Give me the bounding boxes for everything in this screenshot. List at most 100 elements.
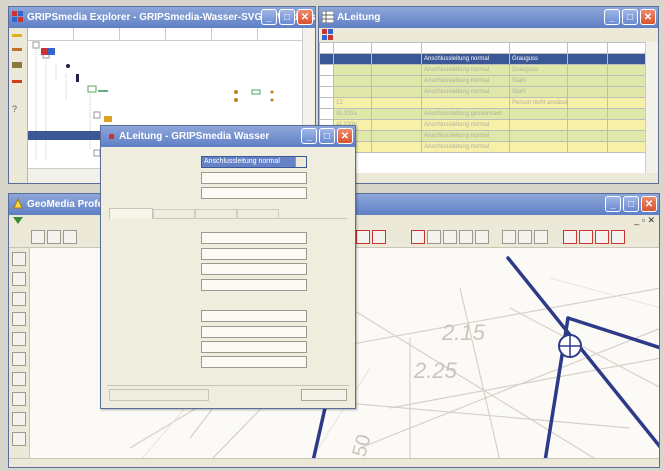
minimize-button[interactable]: _: [301, 128, 317, 144]
aleitung-dialog: ALeitung - GRIPSmedia Wasser _ □ ✕ Ansch…: [100, 125, 356, 409]
minimize-button[interactable]: _: [604, 9, 620, 25]
app-icon: [109, 134, 114, 139]
tool-icon[interactable]: [427, 230, 442, 244]
tool-icon[interactable]: [12, 272, 26, 286]
table-row[interactable]: 12 Person nicht ansässig: [319, 97, 646, 109]
close-button[interactable]: ✕: [641, 196, 657, 212]
tool-icon[interactable]: [579, 230, 594, 244]
table-row[interactable]: Anschlussleitung normal Grauguss: [319, 53, 646, 65]
cell-id: [333, 75, 372, 87]
pin-icon[interactable]: [13, 217, 23, 224]
dialog-field[interactable]: [201, 310, 307, 322]
dialog-field[interactable]: [201, 232, 307, 244]
cell-id: [333, 53, 372, 65]
tool-icon[interactable]: [502, 230, 517, 244]
aleitung-titlebar[interactable]: ALeitung _ □ ✕: [319, 7, 658, 28]
cell-material: [509, 141, 568, 153]
left-tools: [12, 252, 28, 446]
dialog-field[interactable]: [201, 279, 307, 291]
table-row[interactable]: Anschlussleitung normal Grauguss: [319, 64, 646, 76]
close-button[interactable]: ✕: [297, 9, 313, 25]
table-row[interactable]: Anschlussleitung normal Stahl: [319, 86, 646, 98]
tool-icon[interactable]: [411, 230, 426, 244]
cell-material: Grauguss: [509, 53, 568, 65]
dialog-titlebar[interactable]: ALeitung - GRIPSmedia Wasser _ □ ✕: [101, 126, 355, 147]
help-icon[interactable]: ?: [12, 104, 22, 114]
grips-logo-icon[interactable]: [322, 29, 334, 41]
tool-icon[interactable]: [12, 392, 26, 406]
tool-icon[interactable]: [12, 80, 22, 83]
dialog-field[interactable]: [201, 172, 307, 184]
tool-icon[interactable]: [563, 230, 578, 244]
table-row[interactable]: AL100dAnschlussleitung normal: [319, 141, 646, 153]
tool-icon[interactable]: [12, 432, 26, 446]
tool-icon[interactable]: [12, 252, 26, 266]
table-row[interactable]: AL100a Anschlussleitung gemeinsam: [319, 108, 646, 120]
tab[interactable]: [195, 209, 237, 219]
cell-art: Anschlussleitung normal: [421, 86, 510, 98]
dialog-field[interactable]: [201, 263, 307, 275]
explorer-titlebar[interactable]: GRIPSmedia Explorer - GRIPSmedia-Wasser-…: [9, 7, 315, 28]
tool-icon[interactable]: [459, 230, 474, 244]
tool-icon[interactable]: [595, 230, 610, 244]
map-label: 50: [349, 432, 376, 459]
tool-icon[interactable]: [372, 230, 386, 244]
chevron-down-icon[interactable]: [295, 157, 306, 167]
maximize-button[interactable]: □: [319, 128, 335, 144]
dialog-field[interactable]: [201, 356, 307, 368]
tool-icon[interactable]: [475, 230, 490, 244]
dialog-title: ALeitung - GRIPSmedia Wasser: [119, 131, 270, 142]
tool-icon[interactable]: [63, 230, 77, 244]
record-nav[interactable]: [109, 389, 209, 401]
tab[interactable]: [237, 209, 279, 219]
cell-material: Grauguss: [509, 64, 568, 76]
dialog-field[interactable]: [201, 187, 307, 199]
art-select[interactable]: Anschlussleitung normal: [201, 156, 307, 168]
close-button[interactable]: ✕: [640, 9, 656, 25]
ok-button[interactable]: [301, 389, 347, 401]
dialog-field[interactable]: [201, 326, 307, 338]
cell-material: Person nicht ansässig: [509, 97, 568, 109]
mdi-controls[interactable]: _ ▫ ✕: [634, 215, 655, 226]
tab[interactable]: [109, 208, 153, 219]
tool-icon[interactable]: [12, 312, 26, 326]
table-row[interactable]: AL100bAnschlussleitung normal: [319, 119, 646, 131]
tool-icon[interactable]: [443, 230, 458, 244]
grips-logo-icon: [12, 11, 23, 22]
tool-icon[interactable]: [12, 34, 22, 37]
table-vscrollbar[interactable]: [645, 42, 658, 173]
tool-icon[interactable]: [47, 230, 61, 244]
cell-art: Anschlussleitung normal: [421, 53, 510, 65]
aleitung-window: ALeitung _ □ ✕ Anschlussleitung normal Gr…: [318, 6, 659, 184]
maximize-button[interactable]: □: [622, 9, 638, 25]
table-row[interactable]: AL100cAnschlussleitung normal: [319, 130, 646, 142]
zoom-icon[interactable]: [518, 230, 533, 244]
binoculars-icon[interactable]: [12, 62, 22, 68]
table-row[interactable]: Anschlussleitung normal Stahl: [319, 75, 646, 87]
dialog-field[interactable]: [201, 341, 307, 353]
cell-material: Stahl: [509, 75, 568, 87]
close-button[interactable]: ✕: [337, 128, 353, 144]
help-icon[interactable]: [534, 230, 549, 244]
tool-icon[interactable]: [12, 412, 26, 426]
maximize-button[interactable]: □: [279, 9, 295, 25]
dialog-field[interactable]: [201, 248, 307, 260]
dialog-footer: [107, 385, 349, 402]
minimize-button[interactable]: _: [605, 196, 621, 212]
tool-icon[interactable]: [12, 332, 26, 346]
tool-icon[interactable]: [12, 352, 26, 366]
minimize-button[interactable]: _: [261, 9, 277, 25]
map-label: 2.15: [441, 320, 486, 345]
tool-icon[interactable]: [12, 292, 26, 306]
maximize-button[interactable]: □: [623, 196, 639, 212]
table-header-row: [319, 42, 646, 54]
tool-icon[interactable]: [611, 230, 626, 244]
cell-material: [509, 119, 568, 131]
cell-id: AL100a: [333, 108, 372, 120]
select-tool-icon[interactable]: [31, 230, 45, 244]
tool-icon[interactable]: [12, 48, 22, 51]
cell-material: [509, 108, 568, 120]
tool-icon[interactable]: [356, 230, 370, 244]
tool-icon[interactable]: [12, 372, 26, 386]
tab[interactable]: [153, 209, 195, 219]
